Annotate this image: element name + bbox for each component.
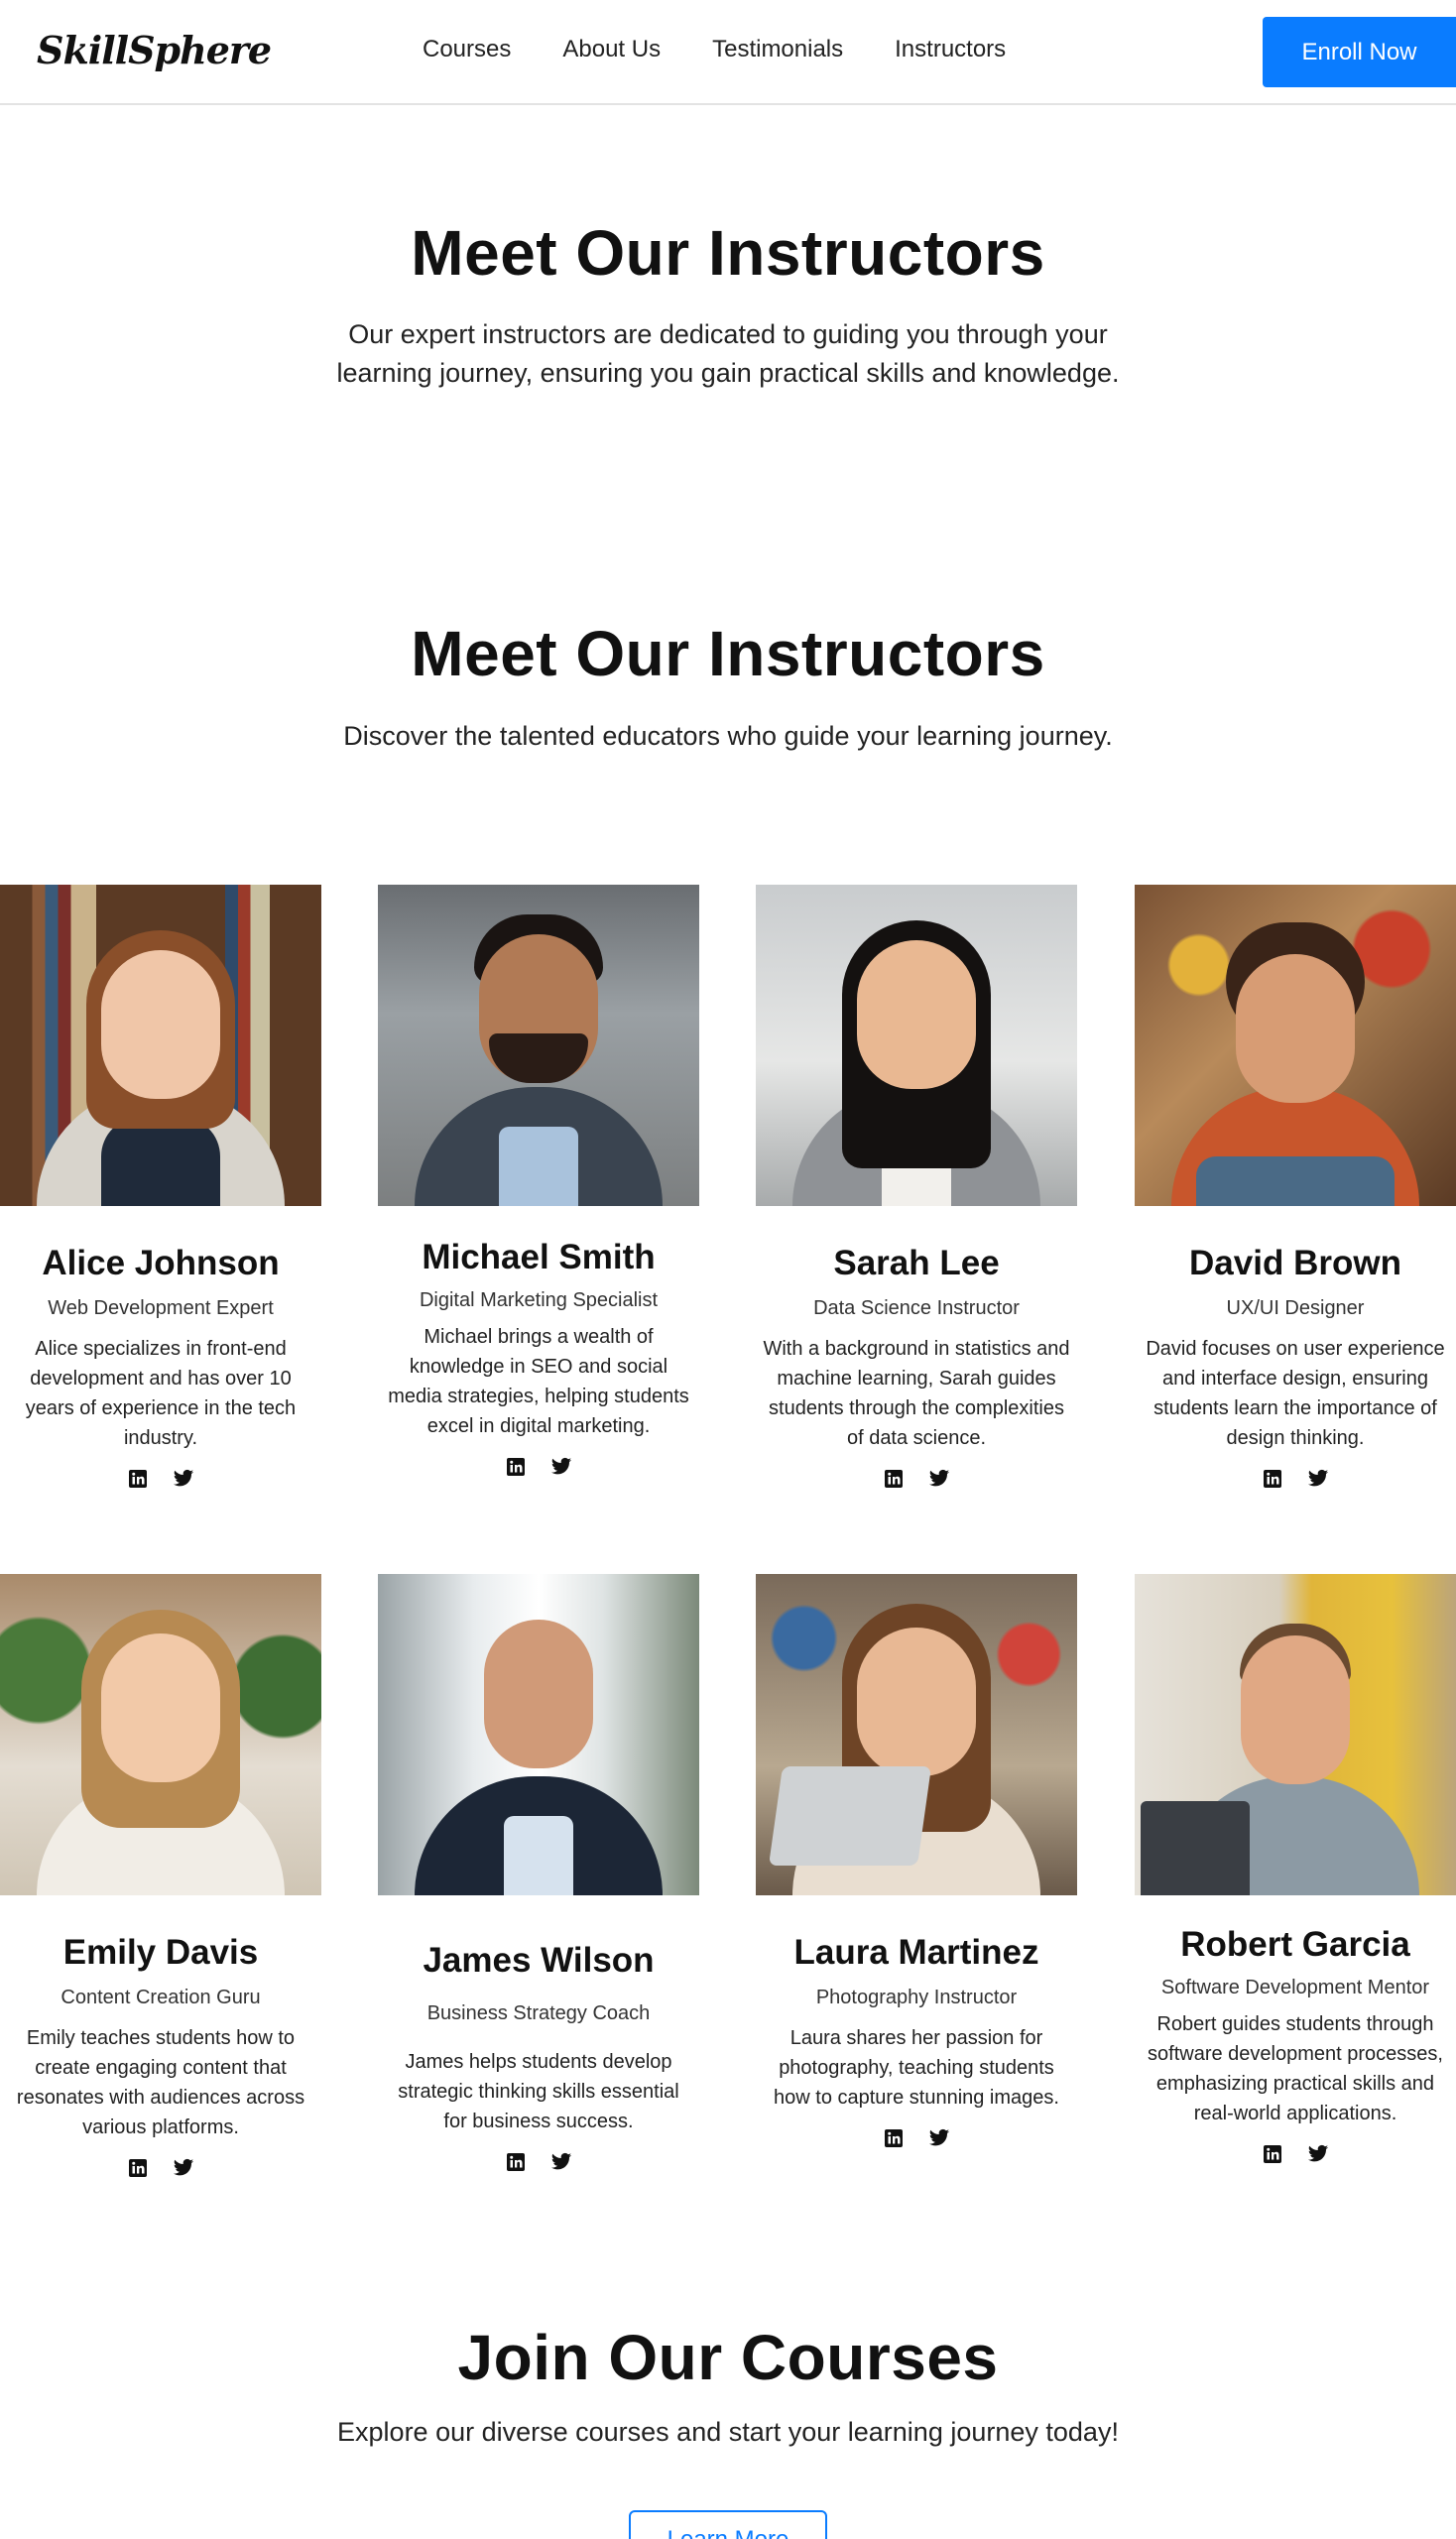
join-courses-title: Join Our Courses [457, 2322, 999, 2393]
join-courses-subtitle-text: Explore our diverse courses and start yo… [337, 2417, 1119, 2447]
linkedin-icon[interactable] [882, 1467, 906, 1491]
hero-subtitle: Our expert instructors are dedicated to … [0, 315, 1456, 393]
instructor-role: Software Development Mentor [1160, 1977, 1430, 1998]
instructor-bio: Laura shares her passion for photography… [774, 2027, 1059, 2109]
instructor-card: Robert Garcia Software Development Mento… [1135, 1574, 1456, 2166]
instructor-photo [756, 1574, 1077, 1895]
instructors-section-title: Meet Our Instructors [411, 618, 1045, 689]
linkedin-icon[interactable] [504, 2150, 528, 2174]
linkedin-icon[interactable] [126, 2156, 150, 2180]
instructor-photo [1135, 1574, 1456, 1895]
instructor-bio: James helps students develop strategic t… [398, 2051, 679, 2132]
instructor-bio: Michael brings a wealth of knowledge in … [388, 1326, 689, 1437]
nav-link-instructors[interactable]: Instructors [895, 36, 1006, 63]
nav-links: Courses About Us Testimonials Instructor… [423, 36, 1057, 63]
social-links [756, 2126, 1077, 2150]
twitter-icon[interactable] [172, 2156, 195, 2180]
twitter-icon[interactable] [927, 1467, 951, 1491]
instructor-photo [756, 885, 1077, 1206]
instructor-name: Alice Johnson [42, 1244, 280, 1282]
instructor-role: Digital Marketing Specialist [419, 1289, 659, 1311]
instructor-card: Michael Smith Digital Marketing Speciali… [378, 885, 699, 1479]
social-links [378, 1455, 699, 1479]
linkedin-icon[interactable] [126, 1467, 150, 1491]
twitter-icon[interactable] [1306, 2142, 1330, 2166]
enroll-now-button[interactable]: Enroll Now [1263, 17, 1456, 87]
instructor-role: Business Strategy Coach [426, 2002, 651, 2024]
twitter-icon[interactable] [549, 1455, 573, 1479]
instructor-name: Michael Smith [422, 1238, 656, 1276]
instructor-role: Content Creation Guru [61, 1987, 261, 2008]
social-links [1135, 2142, 1456, 2166]
social-links [378, 2150, 699, 2174]
social-links [756, 1467, 1077, 1491]
linkedin-icon[interactable] [882, 2126, 906, 2150]
instructor-bio: Alice specializes in front-end developme… [25, 1338, 297, 1449]
instructors-section-subtitle: Discover the talented educators who guid… [0, 717, 1456, 756]
instructor-card: Emily Davis Content Creation Guru Emily … [0, 1574, 321, 2180]
instructor-name: Robert Garcia [1180, 1925, 1410, 1964]
instructor-photo [378, 1574, 699, 1895]
instructor-name: Sarah Lee [833, 1244, 1000, 1282]
instructor-name: James Wilson [423, 1941, 655, 1980]
social-links [1135, 1467, 1456, 1491]
instructor-role: Photography Instructor [815, 1987, 1018, 2008]
nav-link-courses[interactable]: Courses [423, 36, 511, 63]
linkedin-icon[interactable] [1261, 2142, 1284, 2166]
twitter-icon[interactable] [1306, 1467, 1330, 1491]
nav-link-testimonials[interactable]: Testimonials [712, 36, 843, 63]
join-courses-subtitle: Explore our diverse courses and start yo… [0, 2413, 1456, 2452]
instructor-name: David Brown [1189, 1244, 1401, 1282]
instructor-name: Laura Martinez [793, 1933, 1039, 1972]
instructor-card: Laura Martinez Photography Instructor La… [756, 1574, 1077, 2150]
instructor-role: Web Development Expert [48, 1297, 274, 1319]
social-links [0, 2156, 321, 2180]
logo[interactable]: SkillSphere [37, 28, 272, 72]
nav-link-about-us[interactable]: About Us [562, 36, 661, 63]
twitter-icon[interactable] [172, 1467, 195, 1491]
instructor-role: Data Science Instructor [813, 1297, 1020, 1319]
linkedin-icon[interactable] [504, 1455, 528, 1479]
social-links [0, 1467, 321, 1491]
instructor-card: Sarah Lee Data Science Instructor With a… [756, 885, 1077, 1491]
hero-subtitle-text: Our expert instructors are dedicated to … [336, 319, 1120, 388]
instructor-photo [378, 885, 699, 1206]
instructor-bio: David focuses on user experience and int… [1146, 1338, 1445, 1449]
navbar: SkillSphere Courses About Us Testimonial… [0, 0, 1456, 105]
linkedin-icon[interactable] [1261, 1467, 1284, 1491]
instructor-name: Emily Davis [62, 1933, 259, 1972]
instructor-photo [0, 885, 321, 1206]
instructor-photo [0, 1574, 321, 1895]
instructor-card: David Brown UX/UI Designer David focuses… [1135, 885, 1456, 1491]
twitter-icon[interactable] [927, 2126, 951, 2150]
instructor-card: James Wilson Business Strategy Coach Jam… [378, 1574, 699, 2174]
instructors-section-subtitle-text: Discover the talented educators who guid… [343, 721, 1113, 751]
hero-title: Meet Our Instructors [411, 217, 1045, 289]
instructor-bio: Robert guides students through software … [1148, 2013, 1443, 2124]
instructor-bio: Emily teaches students how to create eng… [16, 2027, 305, 2138]
twitter-icon[interactable] [549, 2150, 573, 2174]
instructor-card: Alice Johnson Web Development Expert Ali… [0, 885, 321, 1491]
learn-more-button[interactable]: Learn More [629, 2510, 827, 2539]
instructor-role: UX/UI Designer [1226, 1297, 1365, 1319]
instructor-photo [1135, 885, 1456, 1206]
instructor-bio: With a background in statistics and mach… [763, 1338, 1070, 1449]
